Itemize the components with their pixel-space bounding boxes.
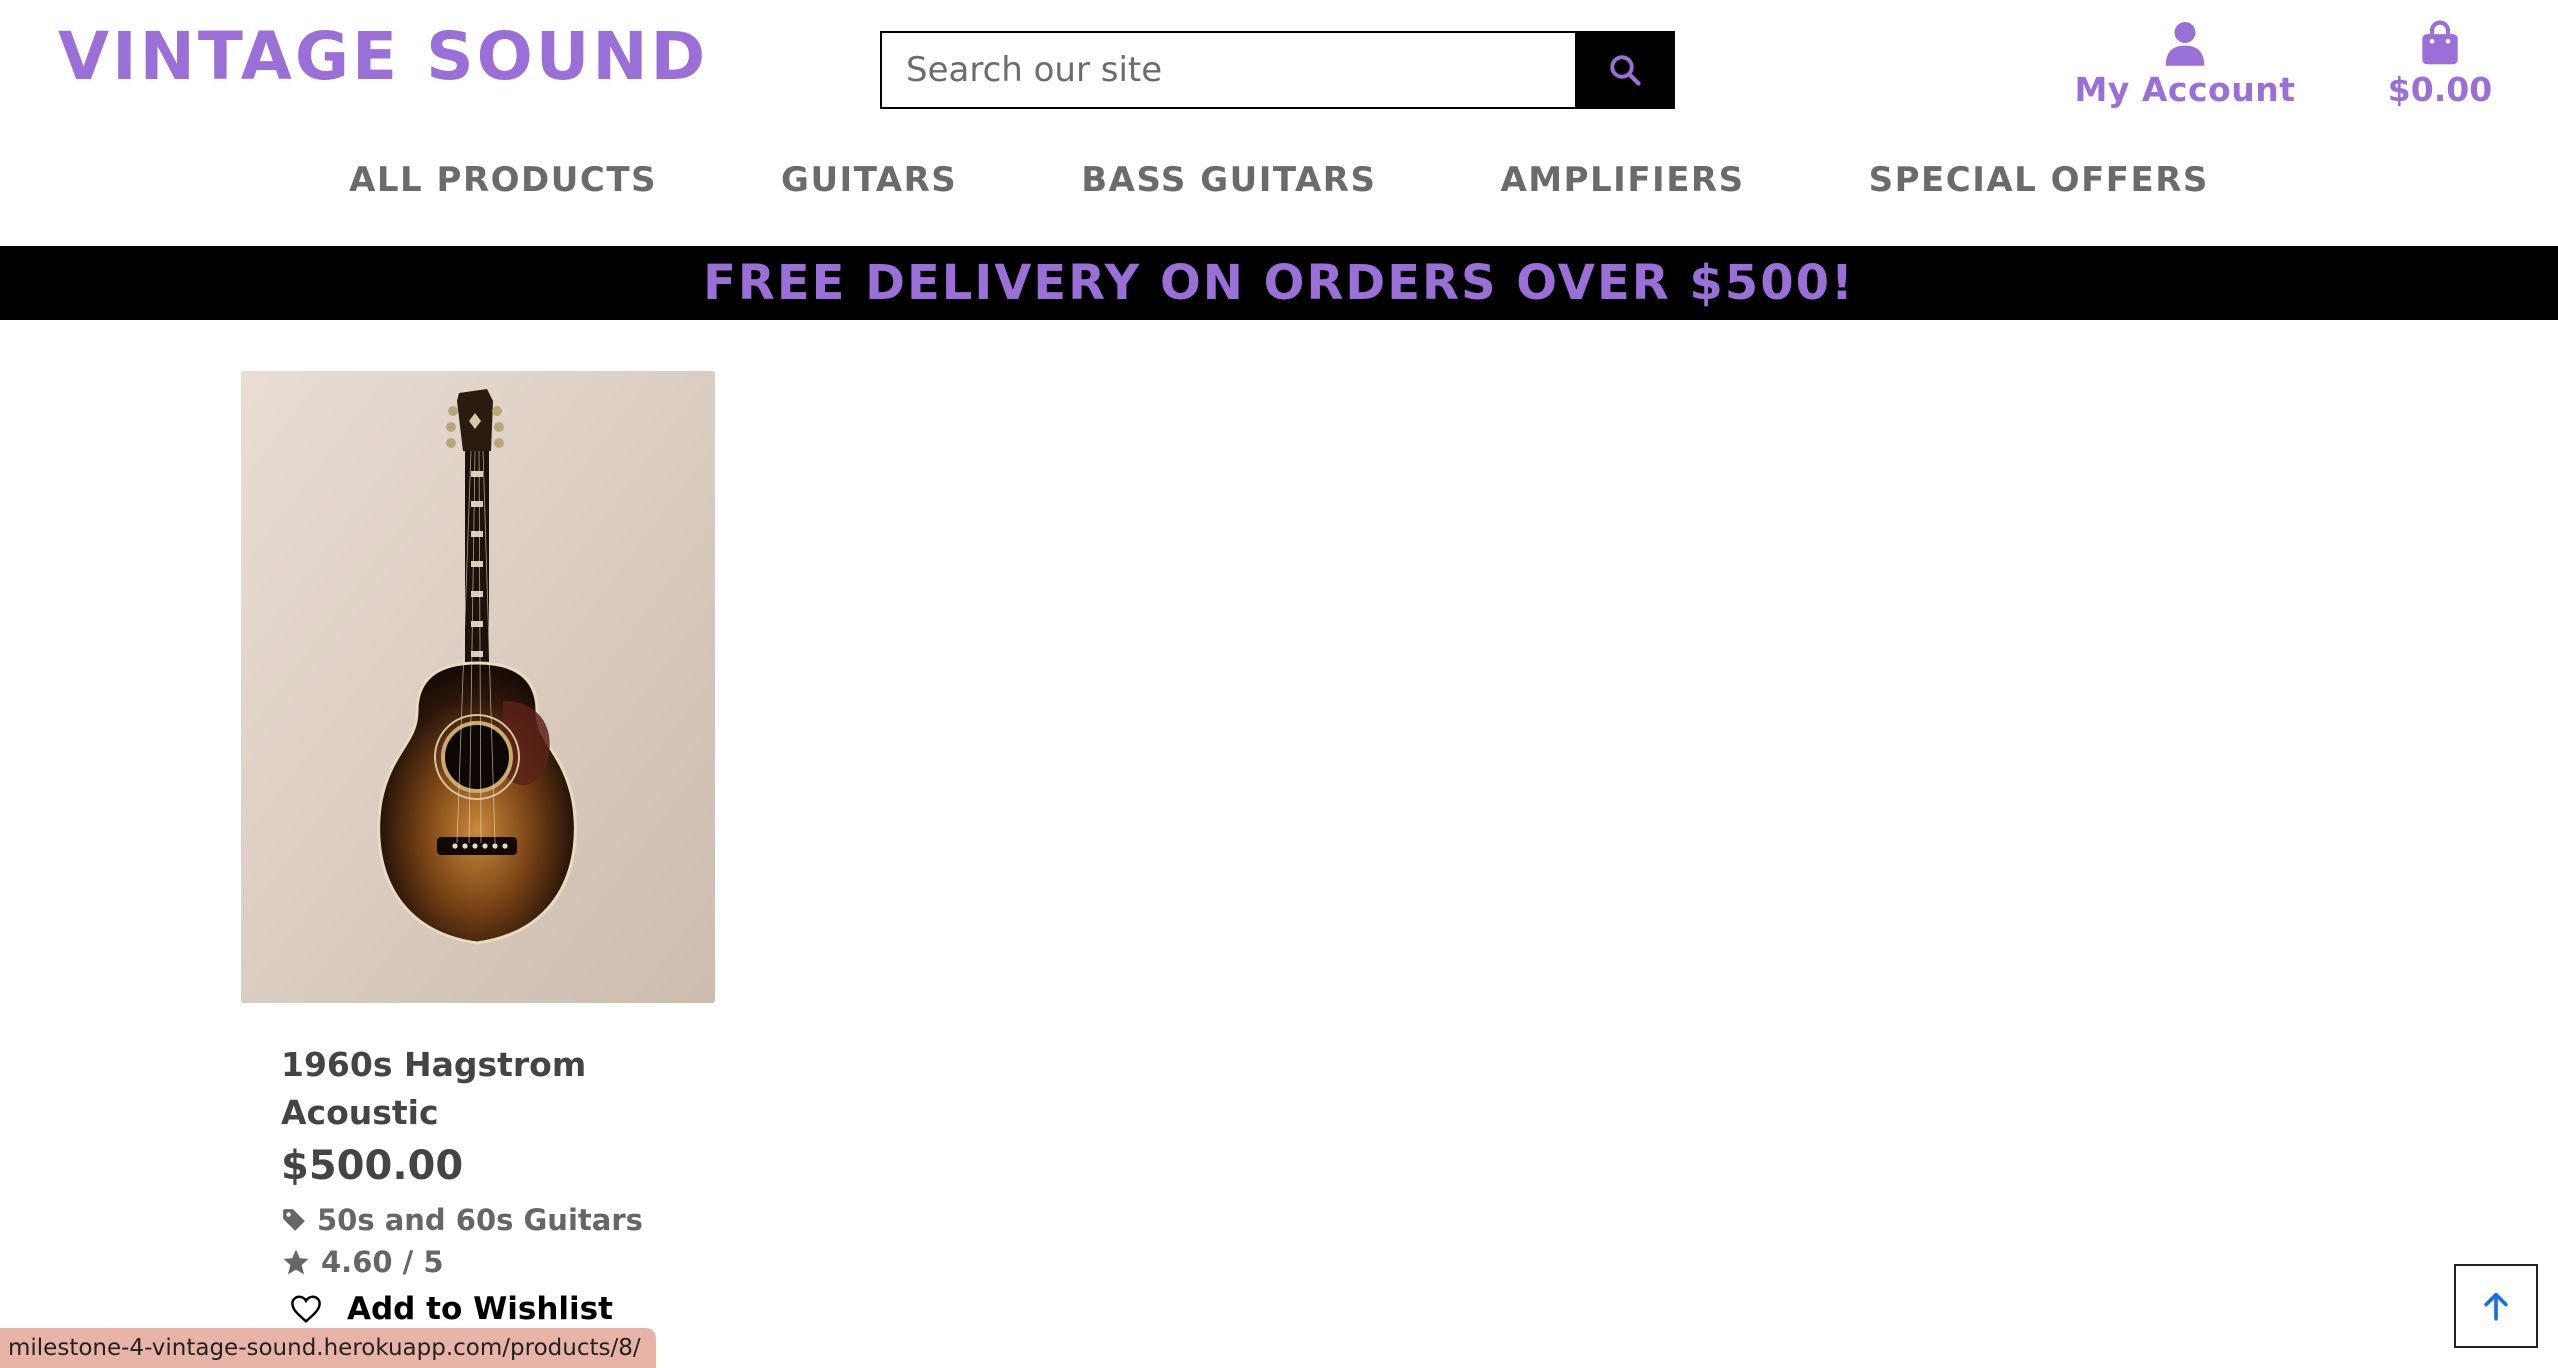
product-image[interactable]: [241, 371, 715, 1003]
bag-total: $0.00: [2387, 70, 2493, 109]
search-form: [880, 31, 1675, 109]
guitar-illustration: [241, 371, 715, 1003]
my-account-label: My Account: [2074, 70, 2296, 109]
arrow-up-icon: [2484, 1292, 2508, 1321]
my-account-link[interactable]: My Account: [2070, 20, 2300, 120]
nav-bass-guitars[interactable]: BASS GUITARS: [1019, 160, 1438, 220]
search-button[interactable]: [1575, 31, 1675, 109]
search-input[interactable]: [880, 31, 1575, 109]
nav-special-offers[interactable]: SPECIAL OFFERS: [1807, 160, 2271, 220]
nav-all-products[interactable]: ALL PRODUCTS: [287, 160, 719, 220]
product-details: 1960s Hagstrom Acoustic $500.00 50s and …: [281, 1041, 701, 1327]
shopping-bag-icon: [2422, 20, 2458, 65]
nav-amplifiers[interactable]: AMPLIFIERS: [1438, 160, 1806, 220]
shopping-bag-link[interactable]: $0.00: [2370, 20, 2510, 120]
heart-icon: [291, 1295, 321, 1323]
product-category-link[interactable]: 50s and 60s Guitars: [281, 1203, 701, 1237]
product-price: $500.00: [281, 1143, 464, 1189]
tag-icon: [283, 1209, 305, 1231]
nav-guitars[interactable]: GUITARS: [719, 160, 1019, 220]
site-logo[interactable]: VINTAGE SOUND: [58, 18, 708, 95]
add-to-wishlist-button[interactable]: Add to Wishlist: [281, 1291, 701, 1327]
site-header: VINTAGE SOUND My Account: [0, 0, 2558, 246]
star-icon: [283, 1249, 309, 1275]
product-rating: 4.60 / 5: [281, 1245, 701, 1279]
product-rating-value: 4.60 / 5: [321, 1245, 444, 1279]
product-name[interactable]: 1960s Hagstrom Acoustic: [281, 1041, 701, 1137]
search-icon: [1610, 55, 1641, 86]
main-nav: ALL PRODUCTS GUITARS BASS GUITARS AMPLIF…: [0, 160, 2558, 220]
user-icon: [2165, 22, 2205, 66]
free-delivery-banner: FREE DELIVERY ON ORDERS OVER $500!: [0, 246, 2558, 320]
back-to-top-button[interactable]: [2454, 1264, 2538, 1348]
browser-status-bar: milestone-4-vintage-sound.herokuapp.com/…: [0, 1328, 656, 1368]
product-category: 50s and 60s Guitars: [317, 1203, 643, 1237]
product-card: 1960s Hagstrom Acoustic $500.00 50s and …: [241, 371, 715, 1368]
add-to-wishlist-label: Add to Wishlist: [347, 1291, 613, 1327]
